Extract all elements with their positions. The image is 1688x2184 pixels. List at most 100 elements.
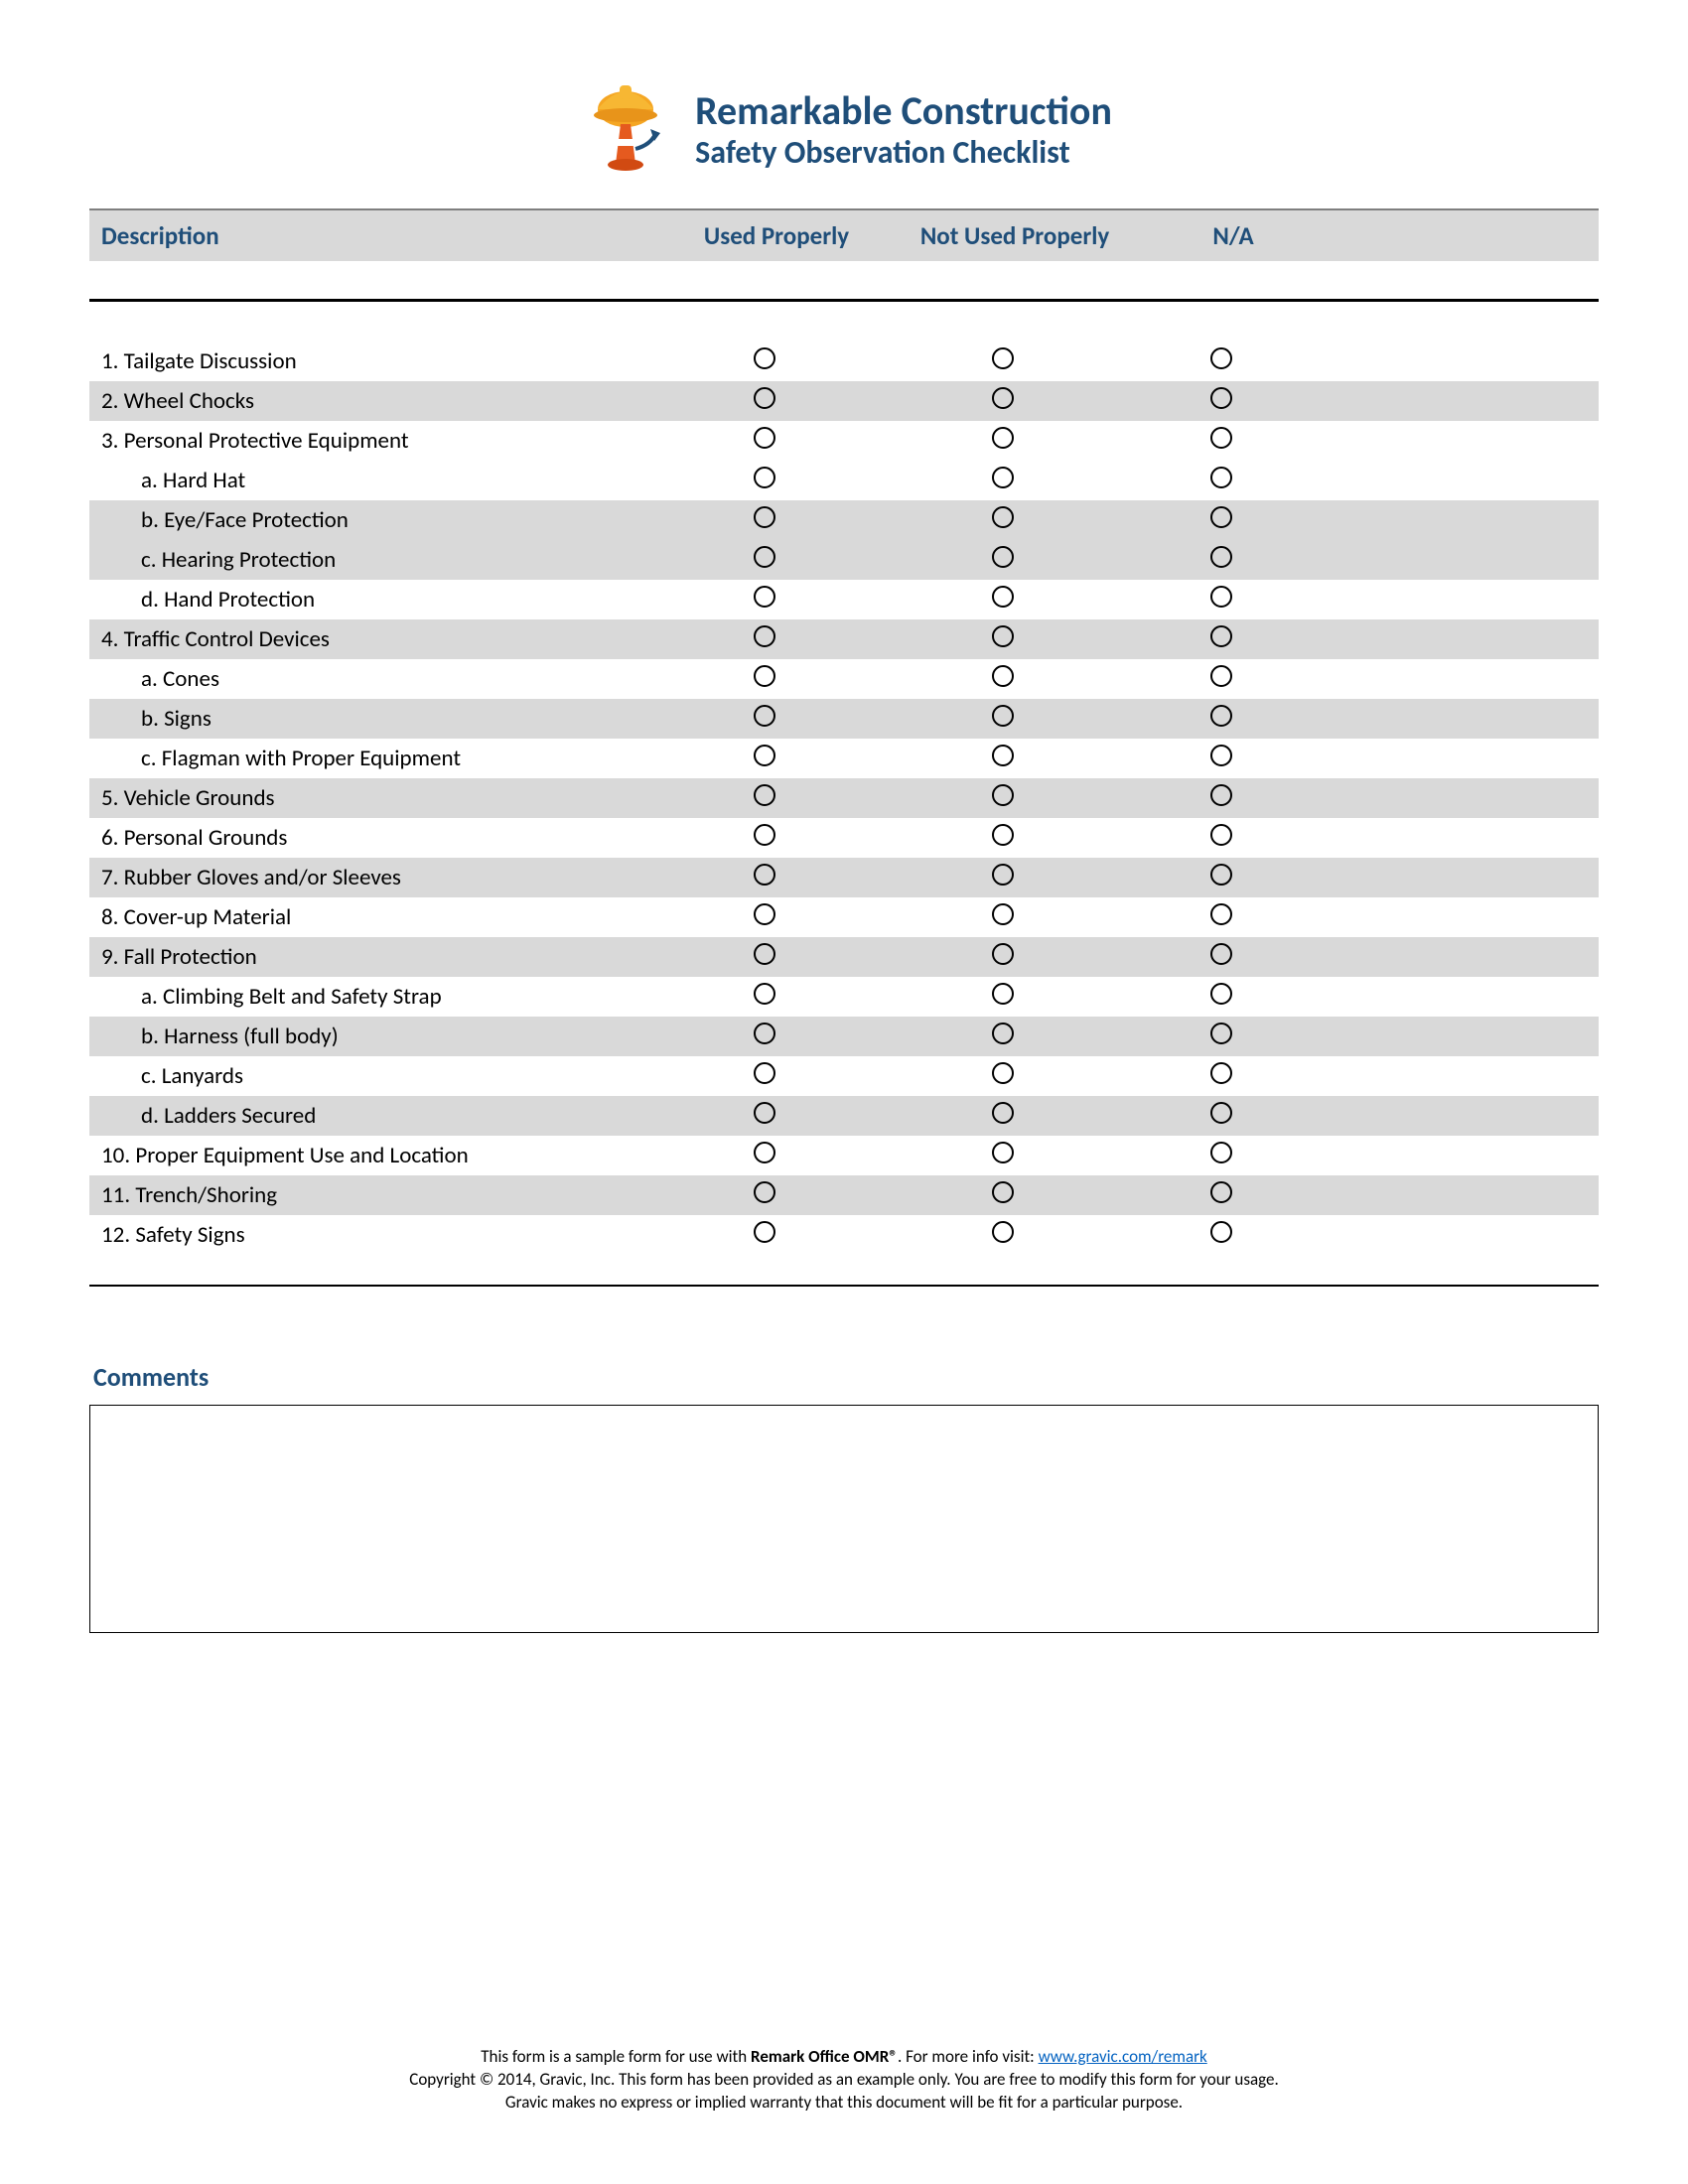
used-properly-option[interactable] [655, 1181, 874, 1210]
radio-circle-icon[interactable] [992, 983, 1014, 1005]
na-option[interactable] [1162, 745, 1281, 773]
not-used-properly-option[interactable] [874, 983, 1132, 1012]
na-option[interactable] [1162, 903, 1281, 932]
used-properly-option[interactable] [655, 864, 874, 892]
radio-circle-icon[interactable] [754, 1023, 775, 1044]
na-option[interactable] [1162, 1102, 1281, 1131]
used-properly-option[interactable] [655, 705, 874, 734]
na-option[interactable] [1162, 943, 1281, 972]
not-used-properly-option[interactable] [874, 784, 1132, 813]
radio-circle-icon[interactable] [992, 625, 1014, 647]
radio-circle-icon[interactable] [754, 745, 775, 766]
radio-circle-icon[interactable] [992, 864, 1014, 886]
used-properly-option[interactable] [655, 824, 874, 853]
na-option[interactable] [1162, 347, 1281, 376]
radio-circle-icon[interactable] [754, 1181, 775, 1203]
radio-circle-icon[interactable] [992, 467, 1014, 488]
na-option[interactable] [1162, 1142, 1281, 1170]
footer-link[interactable]: www.gravic.com/remark [1039, 2046, 1207, 2067]
used-properly-option[interactable] [655, 983, 874, 1012]
radio-circle-icon[interactable] [992, 903, 1014, 925]
radio-circle-icon[interactable] [1210, 586, 1232, 608]
radio-circle-icon[interactable] [1210, 1181, 1232, 1203]
radio-circle-icon[interactable] [754, 1062, 775, 1084]
radio-circle-icon[interactable] [1210, 784, 1232, 806]
radio-circle-icon[interactable] [754, 467, 775, 488]
used-properly-option[interactable] [655, 427, 874, 456]
radio-circle-icon[interactable] [1210, 546, 1232, 568]
not-used-properly-option[interactable] [874, 546, 1132, 575]
na-option[interactable] [1162, 784, 1281, 813]
used-properly-option[interactable] [655, 625, 874, 654]
not-used-properly-option[interactable] [874, 745, 1132, 773]
radio-circle-icon[interactable] [1210, 1062, 1232, 1084]
na-option[interactable] [1162, 864, 1281, 892]
na-option[interactable] [1162, 705, 1281, 734]
na-option[interactable] [1162, 387, 1281, 416]
radio-circle-icon[interactable] [1210, 506, 1232, 528]
not-used-properly-option[interactable] [874, 347, 1132, 376]
not-used-properly-option[interactable] [874, 1221, 1132, 1250]
na-option[interactable] [1162, 1062, 1281, 1091]
na-option[interactable] [1162, 625, 1281, 654]
used-properly-option[interactable] [655, 1023, 874, 1051]
radio-circle-icon[interactable] [754, 586, 775, 608]
used-properly-option[interactable] [655, 943, 874, 972]
used-properly-option[interactable] [655, 784, 874, 813]
comments-box[interactable] [89, 1405, 1599, 1633]
used-properly-option[interactable] [655, 745, 874, 773]
not-used-properly-option[interactable] [874, 506, 1132, 535]
used-properly-option[interactable] [655, 903, 874, 932]
not-used-properly-option[interactable] [874, 824, 1132, 853]
radio-circle-icon[interactable] [754, 705, 775, 727]
radio-circle-icon[interactable] [992, 943, 1014, 965]
radio-circle-icon[interactable] [1210, 1221, 1232, 1243]
radio-circle-icon[interactable] [1210, 467, 1232, 488]
not-used-properly-option[interactable] [874, 467, 1132, 495]
na-option[interactable] [1162, 506, 1281, 535]
radio-circle-icon[interactable] [754, 784, 775, 806]
used-properly-option[interactable] [655, 1221, 874, 1250]
not-used-properly-option[interactable] [874, 625, 1132, 654]
used-properly-option[interactable] [655, 387, 874, 416]
used-properly-option[interactable] [655, 1142, 874, 1170]
radio-circle-icon[interactable] [754, 903, 775, 925]
radio-circle-icon[interactable] [1210, 427, 1232, 449]
radio-circle-icon[interactable] [1210, 387, 1232, 409]
na-option[interactable] [1162, 546, 1281, 575]
used-properly-option[interactable] [655, 506, 874, 535]
used-properly-option[interactable] [655, 546, 874, 575]
radio-circle-icon[interactable] [1210, 665, 1232, 687]
radio-circle-icon[interactable] [754, 506, 775, 528]
radio-circle-icon[interactable] [754, 864, 775, 886]
radio-circle-icon[interactable] [992, 387, 1014, 409]
not-used-properly-option[interactable] [874, 705, 1132, 734]
used-properly-option[interactable] [655, 586, 874, 614]
radio-circle-icon[interactable] [992, 745, 1014, 766]
not-used-properly-option[interactable] [874, 1181, 1132, 1210]
na-option[interactable] [1162, 1023, 1281, 1051]
radio-circle-icon[interactable] [992, 1181, 1014, 1203]
not-used-properly-option[interactable] [874, 864, 1132, 892]
na-option[interactable] [1162, 1221, 1281, 1250]
radio-circle-icon[interactable] [754, 1142, 775, 1163]
radio-circle-icon[interactable] [754, 546, 775, 568]
not-used-properly-option[interactable] [874, 387, 1132, 416]
radio-circle-icon[interactable] [992, 784, 1014, 806]
used-properly-option[interactable] [655, 347, 874, 376]
na-option[interactable] [1162, 665, 1281, 694]
radio-circle-icon[interactable] [992, 347, 1014, 369]
radio-circle-icon[interactable] [992, 1102, 1014, 1124]
na-option[interactable] [1162, 586, 1281, 614]
na-option[interactable] [1162, 983, 1281, 1012]
radio-circle-icon[interactable] [992, 665, 1014, 687]
radio-circle-icon[interactable] [1210, 864, 1232, 886]
radio-circle-icon[interactable] [992, 1062, 1014, 1084]
na-option[interactable] [1162, 1181, 1281, 1210]
radio-circle-icon[interactable] [754, 983, 775, 1005]
radio-circle-icon[interactable] [992, 824, 1014, 846]
na-option[interactable] [1162, 427, 1281, 456]
radio-circle-icon[interactable] [992, 1023, 1014, 1044]
not-used-properly-option[interactable] [874, 586, 1132, 614]
radio-circle-icon[interactable] [754, 347, 775, 369]
